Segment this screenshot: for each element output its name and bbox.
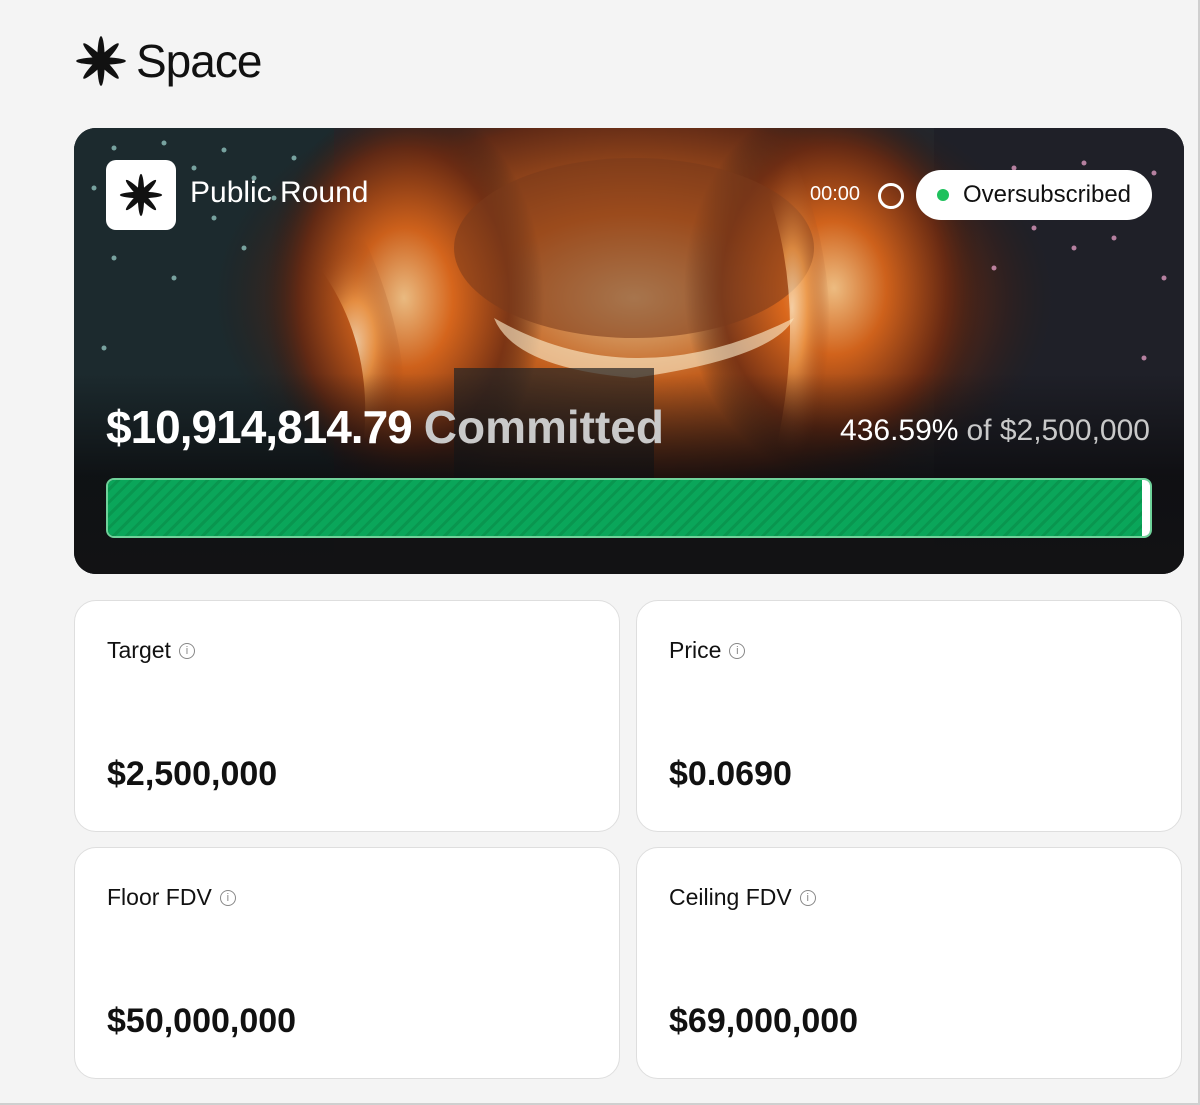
info-icon[interactable]: i <box>178 642 195 659</box>
brand-name: Space <box>136 35 262 87</box>
stat-card-target: Target i $2,500,000 <box>74 600 620 832</box>
of-target-text: of $2,500,000 <box>966 414 1150 447</box>
timer-circle-icon <box>878 183 904 209</box>
stat-label-text: Price <box>669 637 722 663</box>
info-icon[interactable]: i <box>799 889 816 906</box>
stat-label-text: Floor FDV <box>107 884 212 910</box>
status-dot-icon <box>936 189 949 201</box>
info-icon[interactable]: i <box>219 889 236 906</box>
round-title: Public Round <box>190 176 369 209</box>
progress-fill <box>108 480 1150 536</box>
round-hero-card: Public Round 00:00 Oversubscribed $10,91… <box>74 128 1184 574</box>
stat-value-price: $0.0690 <box>669 755 792 793</box>
committed-label: Committed <box>423 401 664 453</box>
round-timer: 00:00 <box>810 183 861 205</box>
stat-value-ceiling-fdv: $69,000,000 <box>669 1002 859 1040</box>
stat-value-target: $2,500,000 <box>107 755 278 793</box>
stat-label-text: Target <box>107 637 171 663</box>
committed-amount: $10,914,814.79 <box>106 401 413 453</box>
stat-card-ceiling-fdv: Ceiling FDV i $69,000,000 <box>636 847 1182 1079</box>
stat-card-price: Price i $0.0690 <box>636 600 1182 832</box>
committed-summary: $10,914,814.79 Committed <box>106 400 664 454</box>
percent-committed: 436.59% <box>840 414 959 447</box>
asterisk-icon <box>76 36 126 86</box>
stat-value-floor-fdv: $50,000,000 <box>107 1002 297 1040</box>
brand-logo[interactable]: Space <box>74 34 262 88</box>
info-icon[interactable]: i <box>729 642 746 659</box>
commit-progress-bar <box>106 478 1152 538</box>
stat-label-text: Ceiling FDV <box>669 884 792 910</box>
percent-summary: 436.59% of $2,500,000 <box>840 414 1150 448</box>
asterisk-icon <box>119 173 163 217</box>
stat-label-price: Price i <box>669 637 746 664</box>
status-badge: Oversubscribed <box>916 170 1152 220</box>
round-badge <box>106 160 176 230</box>
progress-end-cap <box>1142 480 1150 536</box>
stat-label-target: Target i <box>107 637 195 664</box>
stat-label-ceiling-fdv: Ceiling FDV i <box>669 884 816 911</box>
status-label: Oversubscribed <box>962 181 1132 208</box>
stat-label-floor-fdv: Floor FDV i <box>107 884 236 911</box>
stat-card-floor-fdv: Floor FDV i $50,000,000 <box>74 847 620 1079</box>
